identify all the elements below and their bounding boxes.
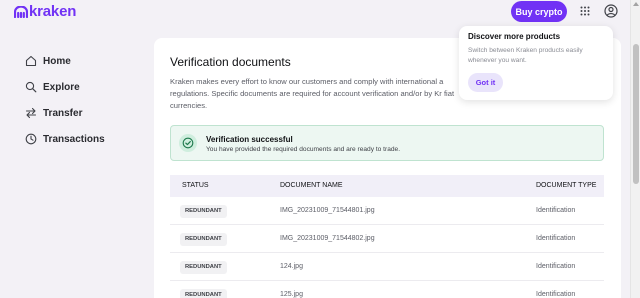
status-badge: REDUNDANT [180, 233, 227, 246]
document-type: Identification [536, 235, 576, 242]
popover-title: Discover more products [468, 32, 561, 41]
column-header-document-type: DOCUMENT TYPE [536, 182, 597, 189]
table-row[interactable]: REDUNDANT 125.jpg Identification [170, 281, 604, 298]
status-badge: REDUNDANT [180, 205, 227, 218]
search-icon [24, 81, 37, 94]
apps-grid-icon[interactable] [580, 6, 590, 16]
got-it-button[interactable]: Got it [468, 73, 503, 92]
kraken-logo[interactable]: kraken [14, 3, 76, 20]
sidebar-item-label: Transactions [43, 133, 105, 145]
document-type: Identification [536, 207, 576, 214]
sidebar-item-label: Explore [43, 81, 80, 93]
document-name: 125.jpg [280, 291, 303, 298]
table-row[interactable]: REDUNDANT IMG_20231009_71544801.jpg Iden… [170, 197, 604, 225]
logo-text: kraken [29, 3, 77, 20]
sidebar-item-transactions[interactable]: Transactions [24, 126, 105, 152]
sidebar-item-label: Home [43, 55, 71, 67]
transfer-icon [24, 107, 37, 120]
sidebar-item-label: Transfer [43, 107, 83, 119]
column-header-status: STATUS [182, 182, 209, 189]
document-type: Identification [536, 291, 576, 298]
clock-icon [24, 133, 37, 146]
sidebar-item-explore[interactable]: Explore [24, 74, 105, 100]
buy-crypto-button[interactable]: Buy crypto [511, 1, 567, 22]
alert-title: Verification successful [206, 135, 293, 144]
home-icon [24, 55, 37, 68]
status-badge: REDUNDANT [180, 289, 227, 298]
page-scrollbar[interactable] [630, 0, 640, 298]
scrollbar-thumb[interactable] [633, 44, 639, 184]
page-description: Kraken makes every effort to know our cu… [170, 77, 455, 110]
verification-success-alert: Verification successful You have provide… [170, 125, 604, 161]
document-name: IMG_20231009_71544802.jpg [280, 235, 375, 242]
document-type: Identification [536, 263, 576, 270]
sidebar-item-home[interactable]: Home [24, 48, 105, 74]
discover-products-popover: Discover more products Switch between Kr… [459, 26, 613, 100]
alert-message: You have provided the required documents… [206, 146, 401, 153]
table-row[interactable]: REDUNDANT IMG_20231009_71544802.jpg Iden… [170, 225, 604, 253]
popover-description: Switch between Kraken products easily wh… [468, 47, 583, 64]
table-row[interactable]: REDUNDANT 124.jpg Identification [170, 253, 604, 281]
user-account-icon[interactable] [604, 4, 618, 18]
document-name: IMG_20231009_71544801.jpg [280, 207, 375, 214]
page-title: Verification documents [170, 55, 291, 69]
top-bar: kraken Buy crypto [0, 0, 630, 24]
document-name: 124.jpg [280, 263, 303, 270]
table-header: STATUS DOCUMENT NAME DOCUMENT TYPE [170, 175, 604, 197]
column-header-document-name: DOCUMENT NAME [280, 182, 343, 189]
kraken-logo-icon [14, 5, 28, 18]
check-circle-icon [179, 134, 197, 152]
status-badge: REDUNDANT [180, 261, 227, 274]
sidebar-item-transfer[interactable]: Transfer [24, 100, 105, 126]
scroll-up-arrow-icon[interactable] [633, 2, 639, 6]
sidebar-nav: Home Explore Transfer Transactions [24, 48, 105, 152]
